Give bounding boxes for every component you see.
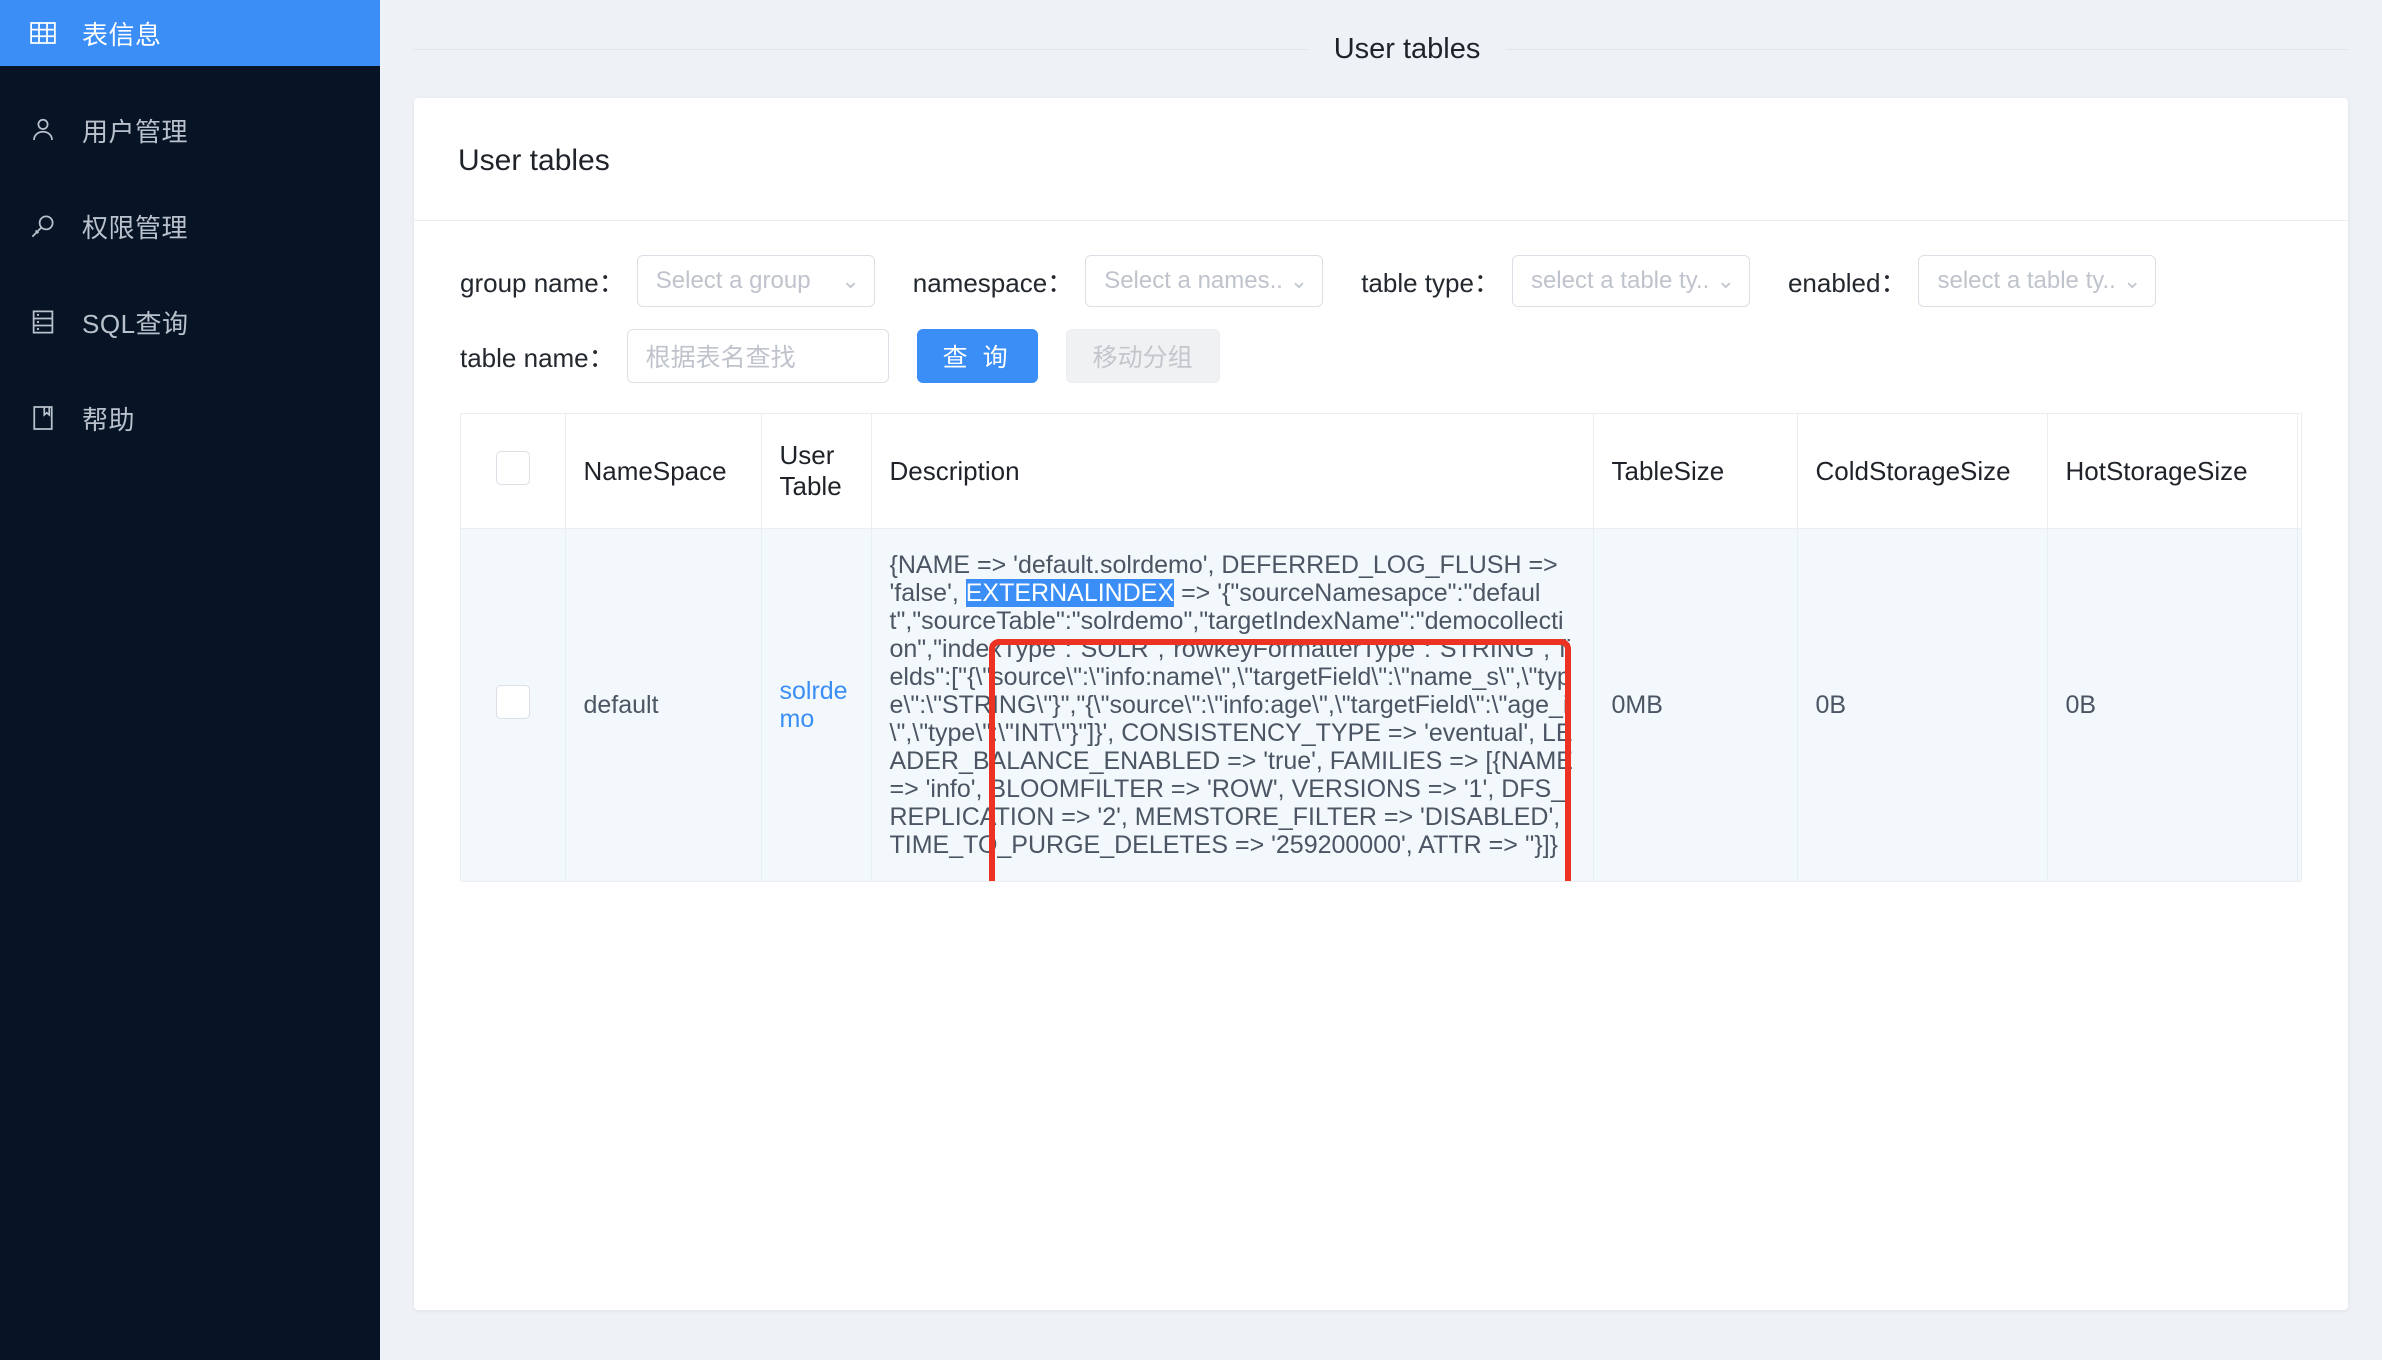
filter-enabled: enabled： select a table ty... ⌄ <box>1788 255 2157 307</box>
filter-row-primary: group name： Select a group ⌄ namespace： … <box>460 255 2302 307</box>
column-select-all <box>461 414 566 529</box>
table-name-placeholder: 根据表名查找 <box>645 344 796 372</box>
enabled-select[interactable]: select a table ty... ⌄ <box>1918 255 2157 307</box>
sidebar-item-help[interactable]: 帮助 <box>0 385 380 451</box>
select-all-checkbox[interactable] <box>495 450 530 485</box>
chevron-down-icon: ⌄ <box>1289 268 1309 293</box>
filter-table-type: table type： select a table ty... ⌄ <box>1361 255 1750 307</box>
column-cold-storage-size[interactable]: ColdStorageSize <box>1797 414 2048 529</box>
cell-file-num: 0 <box>2297 528 2301 881</box>
table-icon <box>26 16 60 50</box>
filter-namespace: namespace： Select a names... ⌄ <box>912 255 1324 307</box>
move-group-button[interactable]: 移动分组 <box>1065 329 1220 383</box>
main-content: User tables User tables group name： Sele… <box>380 0 2382 1360</box>
chevron-down-icon: ⌄ <box>2123 268 2142 293</box>
table-type-select[interactable]: select a table ty... ⌄ <box>1511 255 1750 307</box>
sidebar-item-permission-management[interactable]: 权限管理 <box>0 193 380 259</box>
cell-hot-storage-size: 0B <box>2047 528 2298 881</box>
app-root: 表信息 用户管理 权限管理 SQL查询 帮助 User tables User … <box>0 0 2382 1360</box>
cell-user-table: solrdemo <box>761 528 872 881</box>
row-checkbox[interactable] <box>495 685 530 719</box>
sidebar-item-label: SQL查询 <box>82 308 189 339</box>
key-icon <box>26 209 60 243</box>
chevron-down-icon: ⌄ <box>841 268 860 293</box>
group-name-label: group name： <box>460 267 625 298</box>
card-body: group name： Select a group ⌄ namespace： … <box>414 221 2348 882</box>
user-tables-card: User tables group name： Select a group ⌄… <box>414 98 2348 1310</box>
column-namespace[interactable]: NameSpace <box>565 414 762 529</box>
sidebar: 表信息 用户管理 权限管理 SQL查询 帮助 <box>0 0 380 1360</box>
chevron-down-icon: ⌄ <box>1716 268 1735 293</box>
enabled-label: enabled： <box>1787 267 1907 298</box>
namespace-placeholder: Select a names... <box>1104 267 1282 294</box>
column-description[interactable]: Description <box>871 414 1594 529</box>
header-divider: User tables <box>414 33 2348 66</box>
table-row[interactable]: default solrdemo {NAME => 'default.solrd… <box>461 528 2301 881</box>
cell-cold-storage-size: 0B <box>1797 528 2048 881</box>
column-table-size[interactable]: TableSize <box>1593 414 1798 529</box>
search-button[interactable]: 查 询 <box>916 329 1038 383</box>
sidebar-item-user-management[interactable]: 用户管理 <box>0 97 380 163</box>
table-type-label: table type： <box>1361 267 1500 298</box>
user-tables-table: NameSpace User Table Description TableSi… <box>460 413 2302 882</box>
cell-namespace: default <box>565 528 762 881</box>
filter-row-secondary: table name： 根据表名查找 查 询 移动分组 <box>460 329 2302 383</box>
card-title: User tables <box>414 98 2348 221</box>
sidebar-item-label: 帮助 <box>82 404 136 435</box>
sidebar-item-label: 表信息 <box>82 19 162 50</box>
group-name-placeholder: Select a group <box>655 267 811 294</box>
database-icon <box>26 305 60 339</box>
sidebar-item-label: 权限管理 <box>82 212 189 243</box>
sidebar-item-table-info[interactable]: 表信息 <box>0 0 380 66</box>
divider-line-left <box>414 48 1308 50</box>
row-select-cell <box>461 528 566 881</box>
sidebar-item-label: 用户管理 <box>82 116 189 147</box>
user-icon <box>26 113 60 147</box>
group-name-select[interactable]: Select a group ⌄ <box>636 255 875 307</box>
column-file-num[interactable]: FileNum <box>2297 414 2301 529</box>
description-selected-text: EXTERNALINDEX <box>965 579 1175 607</box>
user-table-link[interactable]: solrdemo <box>780 677 848 733</box>
page-title: User tables <box>1333 32 1481 65</box>
sidebar-item-sql-query[interactable]: SQL查询 <box>0 289 380 355</box>
enabled-placeholder: select a table ty... <box>1937 267 2116 294</box>
page-header: User tables <box>380 0 2382 98</box>
column-user-table[interactable]: User Table <box>761 414 872 529</box>
filter-table-name: table name： 根据表名查找 <box>460 329 889 383</box>
description-text-post: => '{"sourceNamesapce":"default","source… <box>889 579 1573 859</box>
cell-table-size: 0MB <box>1593 528 1798 881</box>
namespace-label: namespace： <box>912 267 1074 298</box>
table-name-label: table name： <box>460 342 615 373</box>
column-hot-storage-size[interactable]: HotStorageSize <box>2047 414 2298 529</box>
book-icon <box>26 401 60 435</box>
table-header-row: NameSpace User Table Description TableSi… <box>461 414 2301 529</box>
cell-description: {NAME => 'default.solrdemo', DEFERRED_LO… <box>871 528 1594 881</box>
namespace-select[interactable]: Select a names... ⌄ <box>1085 255 1324 307</box>
table-name-input[interactable]: 根据表名查找 <box>626 329 889 383</box>
table-type-placeholder: select a table ty... <box>1530 267 1709 294</box>
filter-group-name: group name： Select a group ⌄ <box>460 255 875 307</box>
divider-line-right <box>1506 48 2348 50</box>
